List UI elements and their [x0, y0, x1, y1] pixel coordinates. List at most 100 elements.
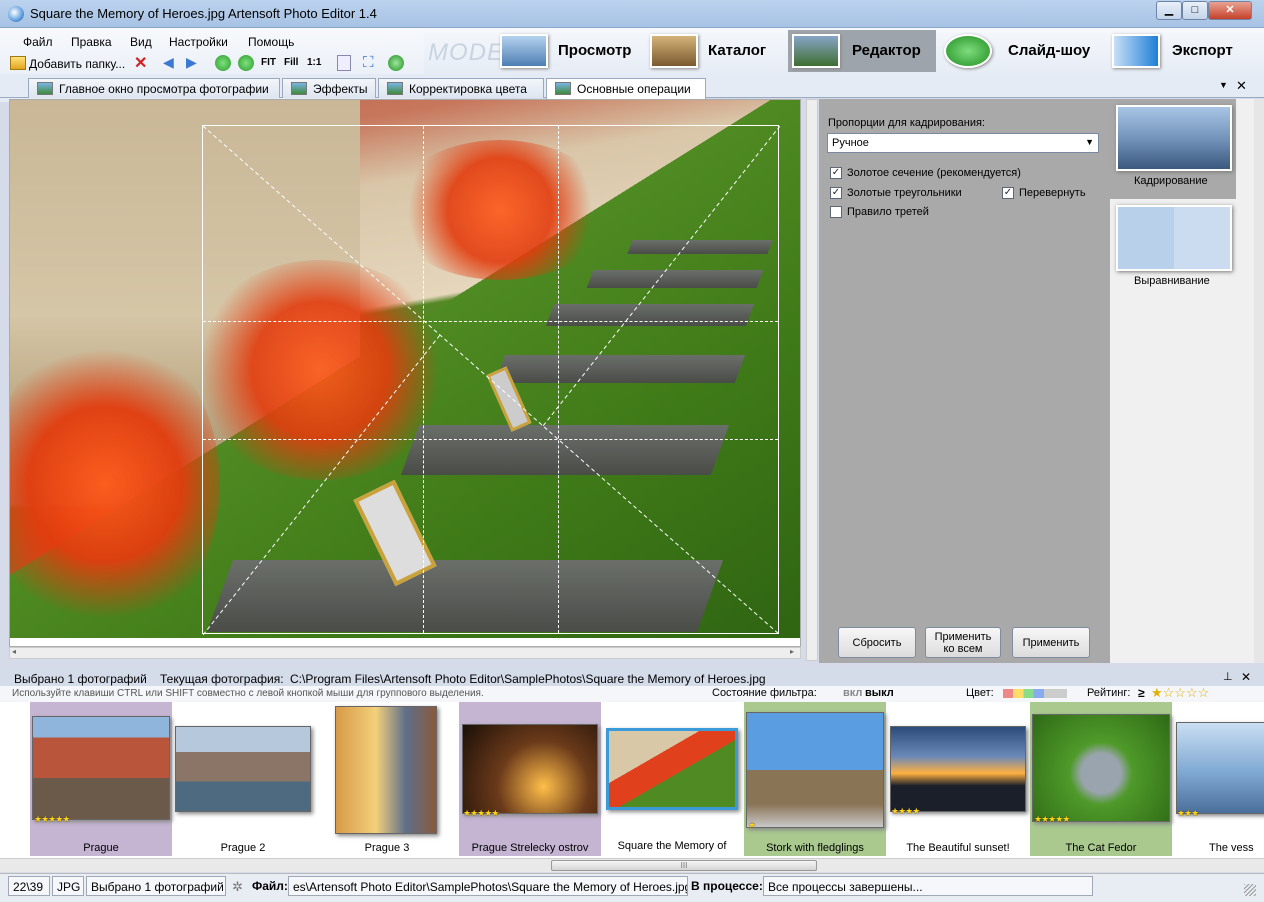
mode-catalog-button[interactable]: Каталог — [646, 30, 786, 72]
properties-icon[interactable] — [337, 55, 351, 71]
fit-button[interactable]: FIT — [261, 57, 276, 75]
golden-section-label: Золотое сечение (рекомендуется) — [847, 167, 1021, 179]
thumbnail-image — [32, 716, 170, 820]
catalog-mode-icon — [650, 34, 698, 68]
resize-grip-icon[interactable] — [1244, 884, 1256, 896]
rating-filter-stars[interactable]: ★☆☆☆☆ — [1151, 685, 1209, 701]
image-horizontal-scrollbar[interactable]: ◂ ▸ — [9, 647, 801, 659]
thumbnail-image — [335, 706, 437, 834]
tab-color-correction[interactable]: Корректировка цвета — [378, 78, 544, 98]
scroll-right-icon[interactable]: ▸ — [790, 647, 794, 656]
align-tool-thumb[interactable] — [1116, 205, 1232, 271]
scroll-left-icon[interactable]: ◂ — [12, 647, 16, 656]
thumbnail-image — [462, 724, 598, 814]
loading-spinner-icon: ✲ — [232, 879, 243, 894]
filter-state-label: Состояние фильтра: — [712, 687, 817, 699]
thumbnail-caption: The Cat Fedor — [1065, 842, 1137, 854]
sidebar-scrollbar[interactable] — [1254, 99, 1264, 663]
process-label: В процессе: — [691, 879, 763, 893]
rule-of-thirds-checkbox[interactable] — [830, 206, 842, 218]
folder-add-icon[interactable] — [10, 56, 26, 70]
basic-tab-icon — [555, 82, 571, 95]
menu-file[interactable]: Файл — [23, 35, 53, 49]
thumbnail-scrollbar[interactable]: III — [0, 858, 1264, 872]
apply-button[interactable]: Применить — [1012, 627, 1090, 658]
thumbnail-item[interactable]: ★★★★★ The Cat Fedor — [1030, 702, 1172, 856]
golden-section-checkbox[interactable]: ✓ — [830, 167, 842, 179]
tab-effects[interactable]: Эффекты — [282, 78, 376, 98]
menu-help[interactable]: Помощь — [248, 35, 294, 49]
image-canvas[interactable] — [9, 99, 801, 647]
photo-tab-icon — [37, 82, 53, 95]
thumbnail-item[interactable]: Prague 3 — [316, 702, 458, 856]
tab-bar: Главное окно просмотра фотографии Эффект… — [0, 74, 1264, 99]
thumbnail-item[interactable]: ★★★ The vess — [1173, 702, 1264, 856]
play-icon[interactable] — [388, 55, 404, 71]
thumbnail-item-selected[interactable]: Square the Memory of — [601, 702, 743, 856]
mode-editor-button[interactable]: Редактор — [788, 30, 936, 72]
status-selected: Выбрано 1 фотографий — [86, 876, 226, 896]
tab-color-correction-label: Корректировка цвета — [409, 82, 527, 96]
mode-slideshow-label: Слайд-шоу — [1008, 42, 1091, 59]
tab-dropdown-icon[interactable]: ▼ — [1219, 80, 1228, 90]
thumbnail-item[interactable]: ★ Stork with fledglings — [744, 702, 886, 856]
close-button[interactable]: ✕ — [1208, 1, 1252, 20]
mode-slideshow-button[interactable]: Слайд-шоу — [940, 30, 1100, 72]
menu-view[interactable]: Вид — [130, 35, 152, 49]
rating-stars: ★ — [748, 820, 756, 830]
thumbnail-item[interactable]: ★★★★★ Prague — [30, 702, 172, 856]
thumbnail-caption: Stork with fledglings — [766, 842, 864, 854]
pin-icon[interactable]: ⊥ — [1223, 670, 1233, 683]
thumbnail-item[interactable]: ★★★★★ Prague Strelecky ostrov — [459, 702, 601, 856]
thumbnail-item[interactable]: Prague 2 — [172, 702, 314, 856]
minimize-button[interactable]: ▁ — [1156, 1, 1182, 20]
tab-main-view[interactable]: Главное окно просмотра фотографии — [28, 78, 280, 98]
thumbnail-image — [606, 728, 738, 810]
thumbnail-image — [1032, 714, 1170, 822]
apply-all-button[interactable]: Применить ко всем — [925, 627, 1001, 658]
crop-frame[interactable] — [202, 125, 780, 635]
thumbnail-caption: Prague — [83, 842, 119, 854]
view-mode-icon — [500, 34, 548, 68]
thumbnail-caption: The vess — [1209, 842, 1254, 854]
info-close-icon[interactable]: ✕ — [1241, 670, 1251, 684]
thumbnail-scroll-thumb[interactable]: III — [551, 860, 817, 871]
mode-export-button[interactable]: Экспорт — [1108, 30, 1258, 72]
crop-tool-thumb[interactable] — [1116, 105, 1232, 171]
mode-catalog-label: Каталог — [708, 42, 767, 59]
mode-export-label: Экспорт — [1172, 42, 1233, 59]
golden-triangles-label: Золотые треугольники — [847, 187, 962, 199]
filter-off-toggle[interactable]: выкл — [865, 687, 894, 699]
delete-icon[interactable]: ✕ — [134, 53, 147, 73]
add-folder-button[interactable]: Добавить папку... — [29, 57, 125, 75]
file-label: Файл: — [252, 879, 288, 893]
thumbnail-item[interactable]: ★★★★ The Beautiful sunset! — [887, 702, 1029, 856]
menu-edit[interactable]: Правка — [71, 35, 112, 49]
zoom-out-icon[interactable] — [238, 55, 254, 71]
flip-checkbox[interactable]: ✓ — [1002, 187, 1014, 199]
proportions-select[interactable]: Ручное ▼ — [827, 133, 1099, 153]
rating-stars: ★★★★★ — [463, 808, 499, 818]
zoom-in-icon[interactable] — [215, 55, 231, 71]
rating-filter-label: Рейтинг: — [1087, 687, 1131, 699]
color-filter-swatches[interactable] — [1003, 689, 1067, 698]
mode-editor-label: Редактор — [852, 42, 921, 59]
arrow-right-icon[interactable]: ▶ — [186, 54, 197, 71]
export-mode-icon — [1112, 34, 1160, 68]
arrow-left-icon[interactable]: ◀ — [163, 54, 174, 71]
tab-close-icon[interactable]: ✕ — [1236, 78, 1247, 94]
fullscreen-icon[interactable]: ⛶ — [363, 54, 374, 71]
fill-button[interactable]: Fill — [284, 57, 298, 75]
maximize-button[interactable]: □ — [1182, 1, 1208, 20]
reset-button[interactable]: Сбросить — [838, 627, 916, 658]
one-to-one-button[interactable]: 1:1 — [307, 57, 321, 75]
tab-basic-operations[interactable]: Основные операции — [546, 78, 706, 99]
mode-view-button[interactable]: Просмотр — [496, 30, 636, 72]
golden-triangles-checkbox[interactable]: ✓ — [830, 187, 842, 199]
app-icon[interactable] — [8, 6, 24, 22]
image-vertical-scrollbar[interactable] — [806, 99, 818, 661]
color-filter-label: Цвет: — [966, 687, 994, 699]
filter-on-toggle[interactable]: вкл — [843, 687, 862, 699]
crop-settings-panel: Пропорции для кадрирования: Ручное ▼ ✓ З… — [819, 99, 1110, 663]
menu-settings[interactable]: Настройки — [169, 35, 228, 49]
